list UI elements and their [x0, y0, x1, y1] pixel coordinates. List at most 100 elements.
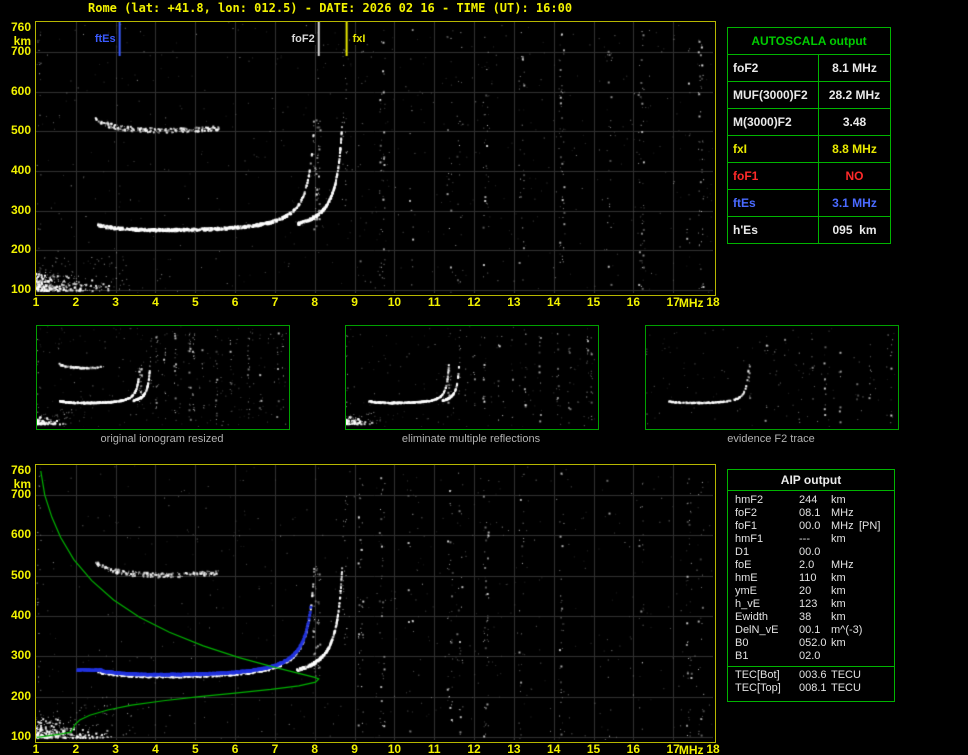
- aip-u-Ewidth: km: [831, 611, 846, 624]
- autoscala-param: ftEs: [728, 190, 819, 217]
- aip-u-hmE: km: [831, 572, 846, 585]
- x-tick-15: 15: [583, 296, 605, 308]
- x-tick-16: 16: [622, 743, 644, 755]
- aip-u-foE: MHz: [831, 559, 854, 572]
- aip-n-foF2: foF2: [735, 507, 757, 520]
- thumbnail-original-canvas: [37, 326, 287, 427]
- aip-u-foF1: MHz: [831, 520, 854, 533]
- x-tick-10: 10: [383, 296, 405, 308]
- aip-row-TEC[Bot]: TEC[Bot] 003.6 TECU: [728, 669, 894, 682]
- aip-row-h_vE: h_vE123km: [728, 598, 894, 611]
- aip-n-hmF1: hmF1: [735, 533, 763, 546]
- aip-t-foF1: [PN]: [859, 520, 880, 533]
- x-tick-4: 4: [144, 743, 166, 755]
- autoscala-row-foF1: foF1NO: [728, 163, 891, 190]
- aip-v-D1: 00.0: [799, 546, 820, 559]
- x-tick-10: 10: [383, 743, 405, 755]
- aip-row-B1: B1 02.0: [728, 650, 894, 663]
- y-tick-600: 600: [5, 528, 31, 540]
- aip-panel-header: AIP output: [728, 470, 894, 491]
- y-tick-200: 200: [5, 243, 31, 255]
- aip-row-hmE: hmE 110 km: [728, 572, 894, 585]
- aip-row-ymE: ymE20km: [728, 585, 894, 598]
- aip-v-hmE: 110: [799, 572, 817, 585]
- marker-label-fxI: fxI: [352, 34, 367, 45]
- aip-n-D1: D1: [735, 546, 749, 559]
- aip-v-foF2: 08.1: [799, 507, 820, 520]
- y-tick-100: 100: [5, 730, 31, 742]
- ionogram-main-canvas: [36, 22, 713, 293]
- autoscala-row-MUF(3000)F2: MUF(3000)F228.2 MHz: [728, 82, 891, 109]
- autoscala-param: M(3000)F2: [728, 109, 819, 136]
- x-tick-5: 5: [184, 296, 206, 308]
- y-tick-200: 200: [5, 690, 31, 702]
- thumbnail-caption-eliminate: eliminate multiple reflections: [345, 433, 597, 445]
- autoscala-value: 8.8 MHz: [819, 136, 891, 163]
- autoscala-param: foF2: [728, 55, 819, 82]
- x-axis-unit-label: MHz: [679, 744, 701, 755]
- aip-separator: [728, 666, 894, 667]
- thumbnail-eliminate-reflections: [345, 325, 599, 430]
- aip-v-TEC[Top]: 008.1: [799, 682, 827, 695]
- aip-v-TEC[Bot]: 003.6: [799, 669, 827, 682]
- autoscala-table-header: AUTOSCALA output: [728, 28, 891, 55]
- aip-v-B0: 052.0: [799, 637, 827, 650]
- aip-n-foF1: foF1: [735, 520, 757, 533]
- x-tick-12: 12: [463, 743, 485, 755]
- x-axis-unit-label: MHz: [679, 297, 701, 309]
- x-tick-7: 7: [264, 743, 286, 755]
- x-tick-1: 1: [25, 743, 47, 755]
- autoscala-value: NO: [819, 163, 891, 190]
- autoscala-param: fxI: [728, 136, 819, 163]
- autoscala-row-h'Es: h'Es095 km: [728, 217, 891, 244]
- aip-v-hmF1: ---: [799, 533, 810, 546]
- x-tick-3: 3: [105, 743, 127, 755]
- x-tick-3: 3: [105, 296, 127, 308]
- aip-n-hmE: hmE: [735, 572, 758, 585]
- thumbnail-f2-canvas: [646, 326, 896, 427]
- x-tick-2: 2: [65, 743, 87, 755]
- aip-v-B1: 02.0: [799, 650, 820, 663]
- aip-row-DelN_vE: DelN_vE00.1m^(-3): [728, 624, 894, 637]
- aip-n-hmF2: hmF2: [735, 494, 763, 507]
- aip-n-TEC[Top]: TEC[Top]: [735, 682, 781, 695]
- aip-output-panel: AIP output hmF2 244 km foF2 08.1 MHz foF1 00.0 M…: [727, 469, 895, 702]
- x-tick-6: 6: [224, 296, 246, 308]
- aip-n-ymE: ymE: [735, 585, 757, 598]
- y-axis-main: 760700600500400300200100km: [5, 21, 33, 294]
- aip-row-foE: foE2.0MHz: [728, 559, 894, 572]
- x-tick-4: 4: [144, 296, 166, 308]
- autoscala-row-foF2: foF28.1 MHz: [728, 55, 891, 82]
- y-tick-300: 300: [5, 649, 31, 661]
- y-tick-600: 600: [5, 85, 31, 97]
- aip-n-h_vE: h_vE: [735, 598, 760, 611]
- autoscala-value: 3.48: [819, 109, 891, 136]
- autoscala-row-ftEs: ftEs3.1 MHz: [728, 190, 891, 217]
- aip-u-hmF2: km: [831, 494, 846, 507]
- autoscala-value: 8.1 MHz: [819, 55, 891, 82]
- page-title: Rome (lat: +41.8, lon: 012.5) - DATE: 20…: [88, 1, 572, 15]
- aip-n-TEC[Bot]: TEC[Bot]: [735, 669, 780, 682]
- y-tick-300: 300: [5, 204, 31, 216]
- aip-n-Ewidth: Ewidth: [735, 611, 768, 624]
- autoscala-value: 095 km: [819, 217, 891, 244]
- autoscala-param: MUF(3000)F2: [728, 82, 819, 109]
- y-axis-aip: 760700600500400300200100km: [5, 464, 33, 741]
- aip-u-TEC[Bot]: TECU: [831, 669, 861, 682]
- x-axis-main: 123456789101112131415161718MHz: [35, 296, 755, 310]
- aip-u-B0: km: [831, 637, 846, 650]
- autoscala-output-table: AUTOSCALA output foF28.1 MHzMUF(3000)F22…: [727, 27, 891, 244]
- aip-n-B1: B1: [735, 650, 748, 663]
- y-axis-unit-label: km: [5, 35, 31, 47]
- x-tick-9: 9: [344, 296, 366, 308]
- aip-v-h_vE: 123: [799, 598, 817, 611]
- aip-v-hmF2: 244: [799, 494, 817, 507]
- ionogram-aip-canvas: [36, 465, 713, 740]
- x-tick-7: 7: [264, 296, 286, 308]
- marker-label-foF2: foF2: [291, 34, 316, 45]
- y-tick-500: 500: [5, 569, 31, 581]
- aip-u-TEC[Top]: TECU: [831, 682, 861, 695]
- autoscala-param: foF1: [728, 163, 819, 190]
- x-tick-5: 5: [184, 743, 206, 755]
- x-tick-9: 9: [344, 743, 366, 755]
